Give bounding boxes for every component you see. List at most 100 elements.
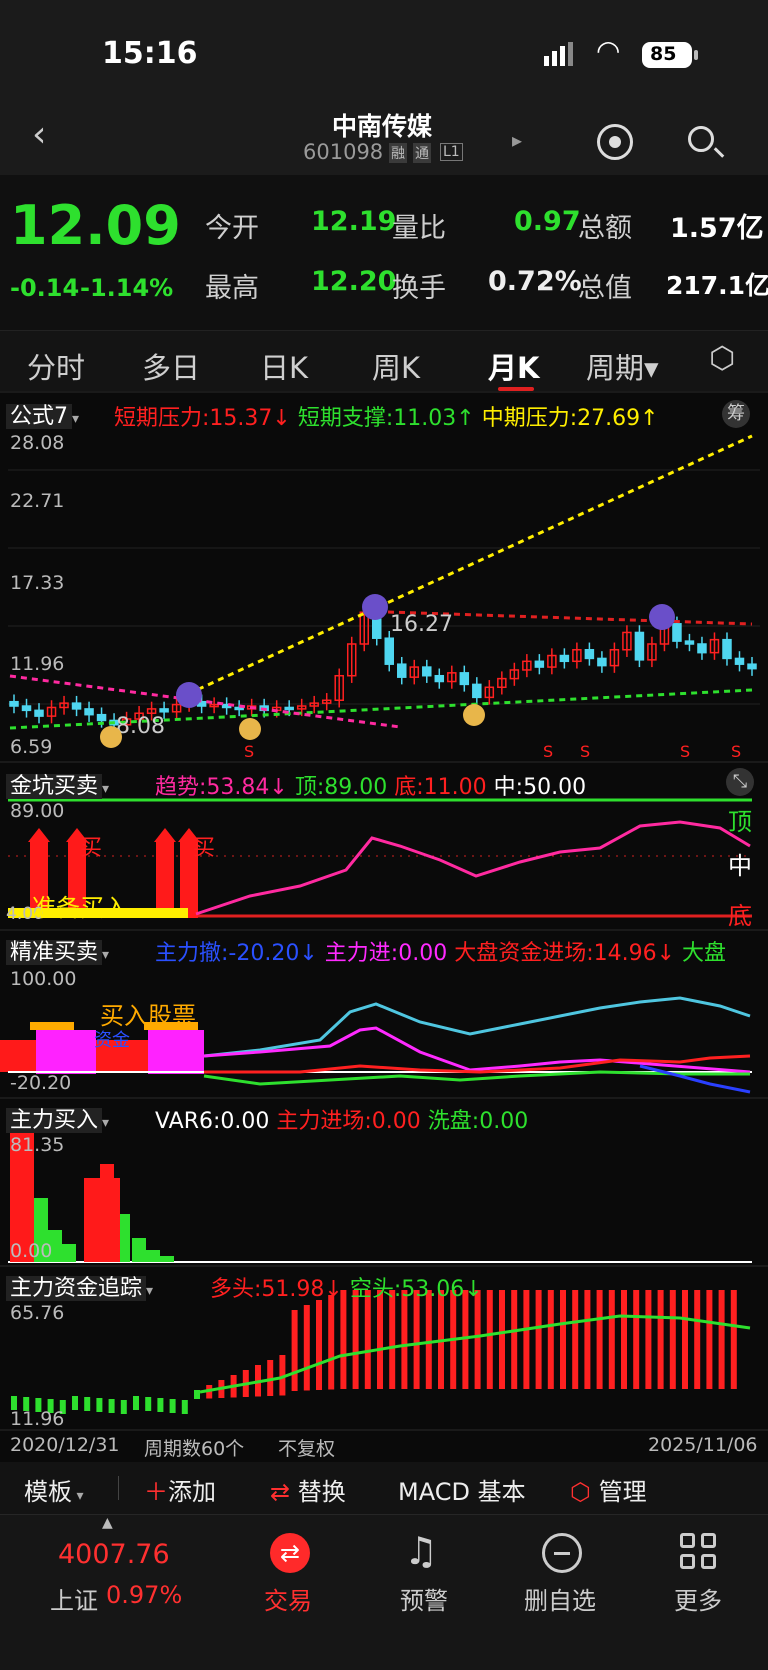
- money-flow-bar: [84, 1397, 91, 1411]
- nav-trade[interactable]: 交易: [264, 1581, 312, 1616]
- grid-more-icon[interactable]: [680, 1533, 720, 1573]
- money-flow-bar: [608, 1290, 615, 1389]
- mid-value: 50.00: [523, 775, 587, 800]
- money-flow-bar: [108, 1399, 115, 1413]
- volume-bar: [62, 1244, 76, 1262]
- money-flow-bar: [194, 1390, 200, 1399]
- y-tick-5: 6.59: [10, 736, 53, 758]
- candle-body: [96, 713, 107, 722]
- candle-body: [472, 683, 482, 699]
- template-button[interactable]: 模板 ▾: [24, 1472, 83, 1507]
- s-marker: S: [580, 742, 591, 761]
- candle-body: [422, 666, 432, 677]
- candle-body: [634, 631, 645, 661]
- panel2-y-top: 89.00: [10, 800, 65, 822]
- panel2-right-bottom: 底: [728, 902, 752, 930]
- peak-price-label: 16.27: [390, 612, 453, 637]
- short-label: 空头:: [349, 1277, 402, 1302]
- money-flow-bar: [328, 1295, 335, 1390]
- manage-icon: ⬡: [570, 1478, 591, 1506]
- bell-icon[interactable]: ♫: [404, 1529, 438, 1573]
- money-flow-bar: [413, 1290, 420, 1389]
- money-flow-bar: [133, 1396, 139, 1410]
- macd-button[interactable]: MACD 基本: [398, 1472, 526, 1507]
- money-flow-bar: [718, 1290, 725, 1389]
- money-flow-bar: [572, 1290, 579, 1389]
- index-value[interactable]: 4007.76: [58, 1539, 170, 1570]
- bottom-nav: ▲ 4007.76 上证 0.97% ⇄ 交易 ♫ 预警 删自选 更多: [0, 1514, 768, 1670]
- candle-body: [384, 637, 395, 665]
- candle-body: [747, 663, 757, 670]
- money-flow-bar: [584, 1290, 591, 1389]
- panel4-values: VAR6:0.00 主力进场:0.00 洗盘:0.00: [155, 1103, 528, 1135]
- volume-bar: [160, 1256, 174, 1262]
- money-flow-bar: [633, 1290, 640, 1389]
- trend-value: 53.84↓: [206, 775, 288, 800]
- signal-block: [36, 1030, 96, 1074]
- magenta-line: [203, 1026, 751, 1074]
- money-flow-bar: [560, 1290, 566, 1389]
- manage-label: 管理: [598, 1478, 647, 1506]
- panel2-name: 金坑买卖: [6, 774, 103, 799]
- money-flow-bar: [706, 1290, 713, 1389]
- buy-arrow: [154, 828, 176, 842]
- trend-curve: [195, 820, 751, 916]
- main-entry-label: 主力进场:: [276, 1109, 372, 1134]
- candle-body: [697, 643, 707, 654]
- money-flow-bar: [377, 1290, 383, 1389]
- nav-alert[interactable]: 预警: [400, 1581, 448, 1616]
- candle-body: [734, 657, 745, 665]
- money-flow-bar: [364, 1290, 371, 1389]
- low-price-label: 8.08: [116, 714, 165, 739]
- candle-body: [21, 705, 32, 712]
- expand-icon[interactable]: ⤡: [726, 768, 754, 796]
- chip-button[interactable]: 筹: [722, 400, 750, 428]
- nav-remove-watchlist[interactable]: 删自选: [524, 1581, 596, 1616]
- panel4-y-top: 81.35: [10, 1134, 65, 1156]
- panel2-indicator-selector[interactable]: 金坑买卖 ▾: [6, 768, 109, 800]
- market-fund-value: 14.96↓: [593, 941, 676, 966]
- s-marker: S: [731, 742, 742, 761]
- short-support-value: 11.03↑: [393, 406, 475, 431]
- buy-signal: 买: [80, 836, 103, 861]
- money-flow-bar: [596, 1290, 603, 1389]
- bottom-label: 底:: [394, 775, 424, 800]
- panel5-name: 主力资金追踪: [6, 1276, 147, 1301]
- add-button[interactable]: ＋添加: [144, 1472, 216, 1507]
- trade-icon[interactable]: ⇄: [270, 1533, 310, 1573]
- long-label: 多头:: [210, 1277, 262, 1302]
- buy-arrow: [28, 828, 50, 842]
- trend-label: 趋势:: [155, 775, 207, 800]
- fund-label: 资金: [94, 1030, 130, 1051]
- main-indicator-selector[interactable]: 公式7 ▾: [6, 398, 79, 430]
- nav-more[interactable]: 更多: [674, 1581, 722, 1616]
- money-flow-bar: [352, 1290, 359, 1389]
- wash-value: 0.00: [479, 1109, 529, 1134]
- expand-up-icon[interactable]: ▲: [102, 1515, 113, 1531]
- money-flow-bar: [621, 1290, 627, 1389]
- remove-icon[interactable]: [542, 1533, 582, 1573]
- money-flow-bar: [169, 1399, 176, 1413]
- manage-button[interactable]: ⬡ 管理: [570, 1472, 647, 1507]
- axis-start-date: 2020/12/31: [10, 1434, 120, 1456]
- wash-label: 洗盘:: [427, 1109, 480, 1134]
- money-flow-bar: [303, 1305, 310, 1391]
- panel4-indicator-selector[interactable]: 主力买入 ▾: [6, 1102, 109, 1134]
- candle-body: [672, 623, 682, 642]
- short-pressure-value: 15.37↓: [209, 406, 291, 431]
- index-pct: 0.97%: [106, 1581, 183, 1609]
- candle-body: [684, 640, 695, 645]
- panel3-indicator-selector[interactable]: 精准买卖 ▾: [6, 934, 109, 966]
- var6-label: VAR6:: [155, 1109, 221, 1134]
- axis-adjust-mode[interactable]: 不复权: [278, 1434, 335, 1461]
- main-indicator-values: 短期压力:15.37↓ 短期支撑:11.03↑ 中期压力:27.69↑: [114, 400, 659, 432]
- panel5-indicator-selector[interactable]: 主力资金追踪 ▾: [6, 1270, 153, 1302]
- volume-bar: [146, 1250, 160, 1262]
- candle-body: [84, 708, 94, 716]
- candle-body: [584, 649, 595, 660]
- mid-label: 中:: [493, 775, 524, 800]
- money-flow-bar: [340, 1290, 347, 1389]
- candle-body: [9, 700, 19, 707]
- main-out-value: -20.20↓: [228, 941, 318, 966]
- replace-button[interactable]: ⇄ 替换: [270, 1472, 346, 1507]
